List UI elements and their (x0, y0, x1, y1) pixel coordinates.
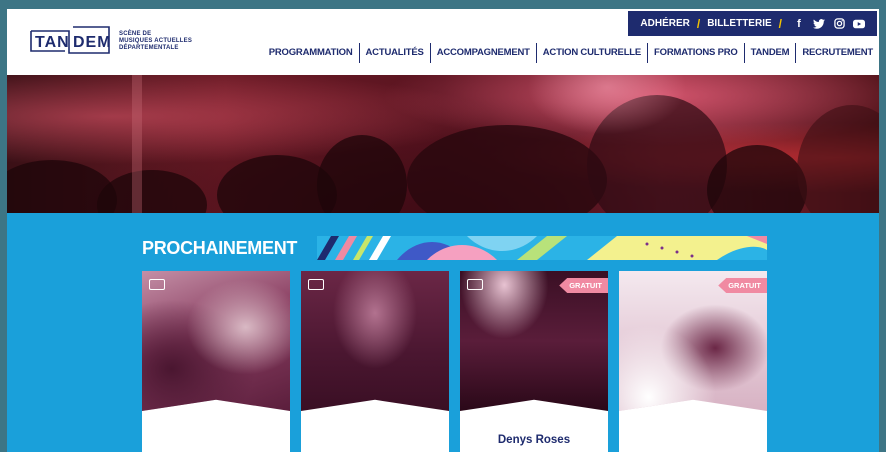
free-badge: GRATUIT (559, 278, 608, 293)
section-title: PROCHAINEMENT (142, 238, 298, 258)
twitter-icon[interactable] (813, 18, 825, 30)
social-links: f (793, 18, 865, 30)
facebook-icon[interactable]: f (793, 18, 805, 30)
logo-mark: TAN DEM (29, 23, 113, 59)
logo-name-right: DEM (73, 34, 112, 51)
hero-concert-image (7, 75, 879, 213)
top-utility-bar: ADHÉRER / BILLETTERIE / f (628, 11, 877, 36)
event-card[interactable] (301, 271, 449, 452)
ticket-icon (467, 279, 483, 290)
page: TAN DEM SCÈNE DE MUSIQUES ACTUELLES DÉPA… (7, 9, 879, 452)
separator: / (696, 16, 701, 31)
decorative-banner (317, 236, 767, 260)
nav-item-action-culturelle[interactable]: ACTION CULTURELLE (535, 43, 647, 63)
nav-item-accompagnement[interactable]: ACCOMPAGNEMENT (429, 43, 536, 63)
event-title: Denys Roses (497, 434, 571, 446)
nav-item-actualites[interactable]: ACTUALITÉS (358, 43, 430, 63)
event-image (142, 271, 290, 411)
event-card[interactable]: GRATUIT (619, 271, 767, 452)
adherer-link[interactable]: ADHÉRER (640, 18, 689, 29)
tandem-logo[interactable]: TAN DEM SCÈNE DE MUSIQUES ACTUELLES DÉPA… (29, 23, 199, 59)
nav-item-formations-pro[interactable]: FORMATIONS PRO (647, 43, 744, 63)
instagram-icon[interactable] (833, 18, 845, 30)
event-image (301, 271, 449, 411)
nav-item-recrutement[interactable]: RECRUTEMENT (795, 43, 879, 63)
event-card[interactable]: GRATUIT Denys Roses (460, 271, 608, 452)
ticket-icon (308, 279, 324, 290)
nav-item-tandem[interactable]: TANDEM (743, 43, 796, 63)
youtube-icon[interactable] (853, 18, 865, 30)
logo-subtitle-line: DÉPARTEMENTALE (119, 44, 179, 51)
main-navigation: PROGRAMMATION ACTUALITÉS ACCOMPAGNEMENT … (263, 42, 879, 64)
billetterie-link[interactable]: BILLETTERIE (707, 18, 771, 29)
logo-subtitle-line: SCÈNE DE (119, 30, 152, 37)
logo-subtitle-line: MUSIQUES ACTUELLES (119, 37, 193, 44)
ticket-icon (149, 279, 165, 290)
nav-item-programmation[interactable]: PROGRAMMATION (263, 43, 359, 63)
separator: / (778, 16, 782, 31)
site-header: TAN DEM SCÈNE DE MUSIQUES ACTUELLES DÉPA… (7, 9, 879, 75)
logo-name-left: TAN (35, 34, 70, 51)
logo-subtitle: SCÈNE DE MUSIQUES ACTUELLES DÉPARTEMENTA… (119, 31, 199, 52)
event-card[interactable] (142, 271, 290, 452)
free-badge: GRATUIT (718, 278, 767, 293)
